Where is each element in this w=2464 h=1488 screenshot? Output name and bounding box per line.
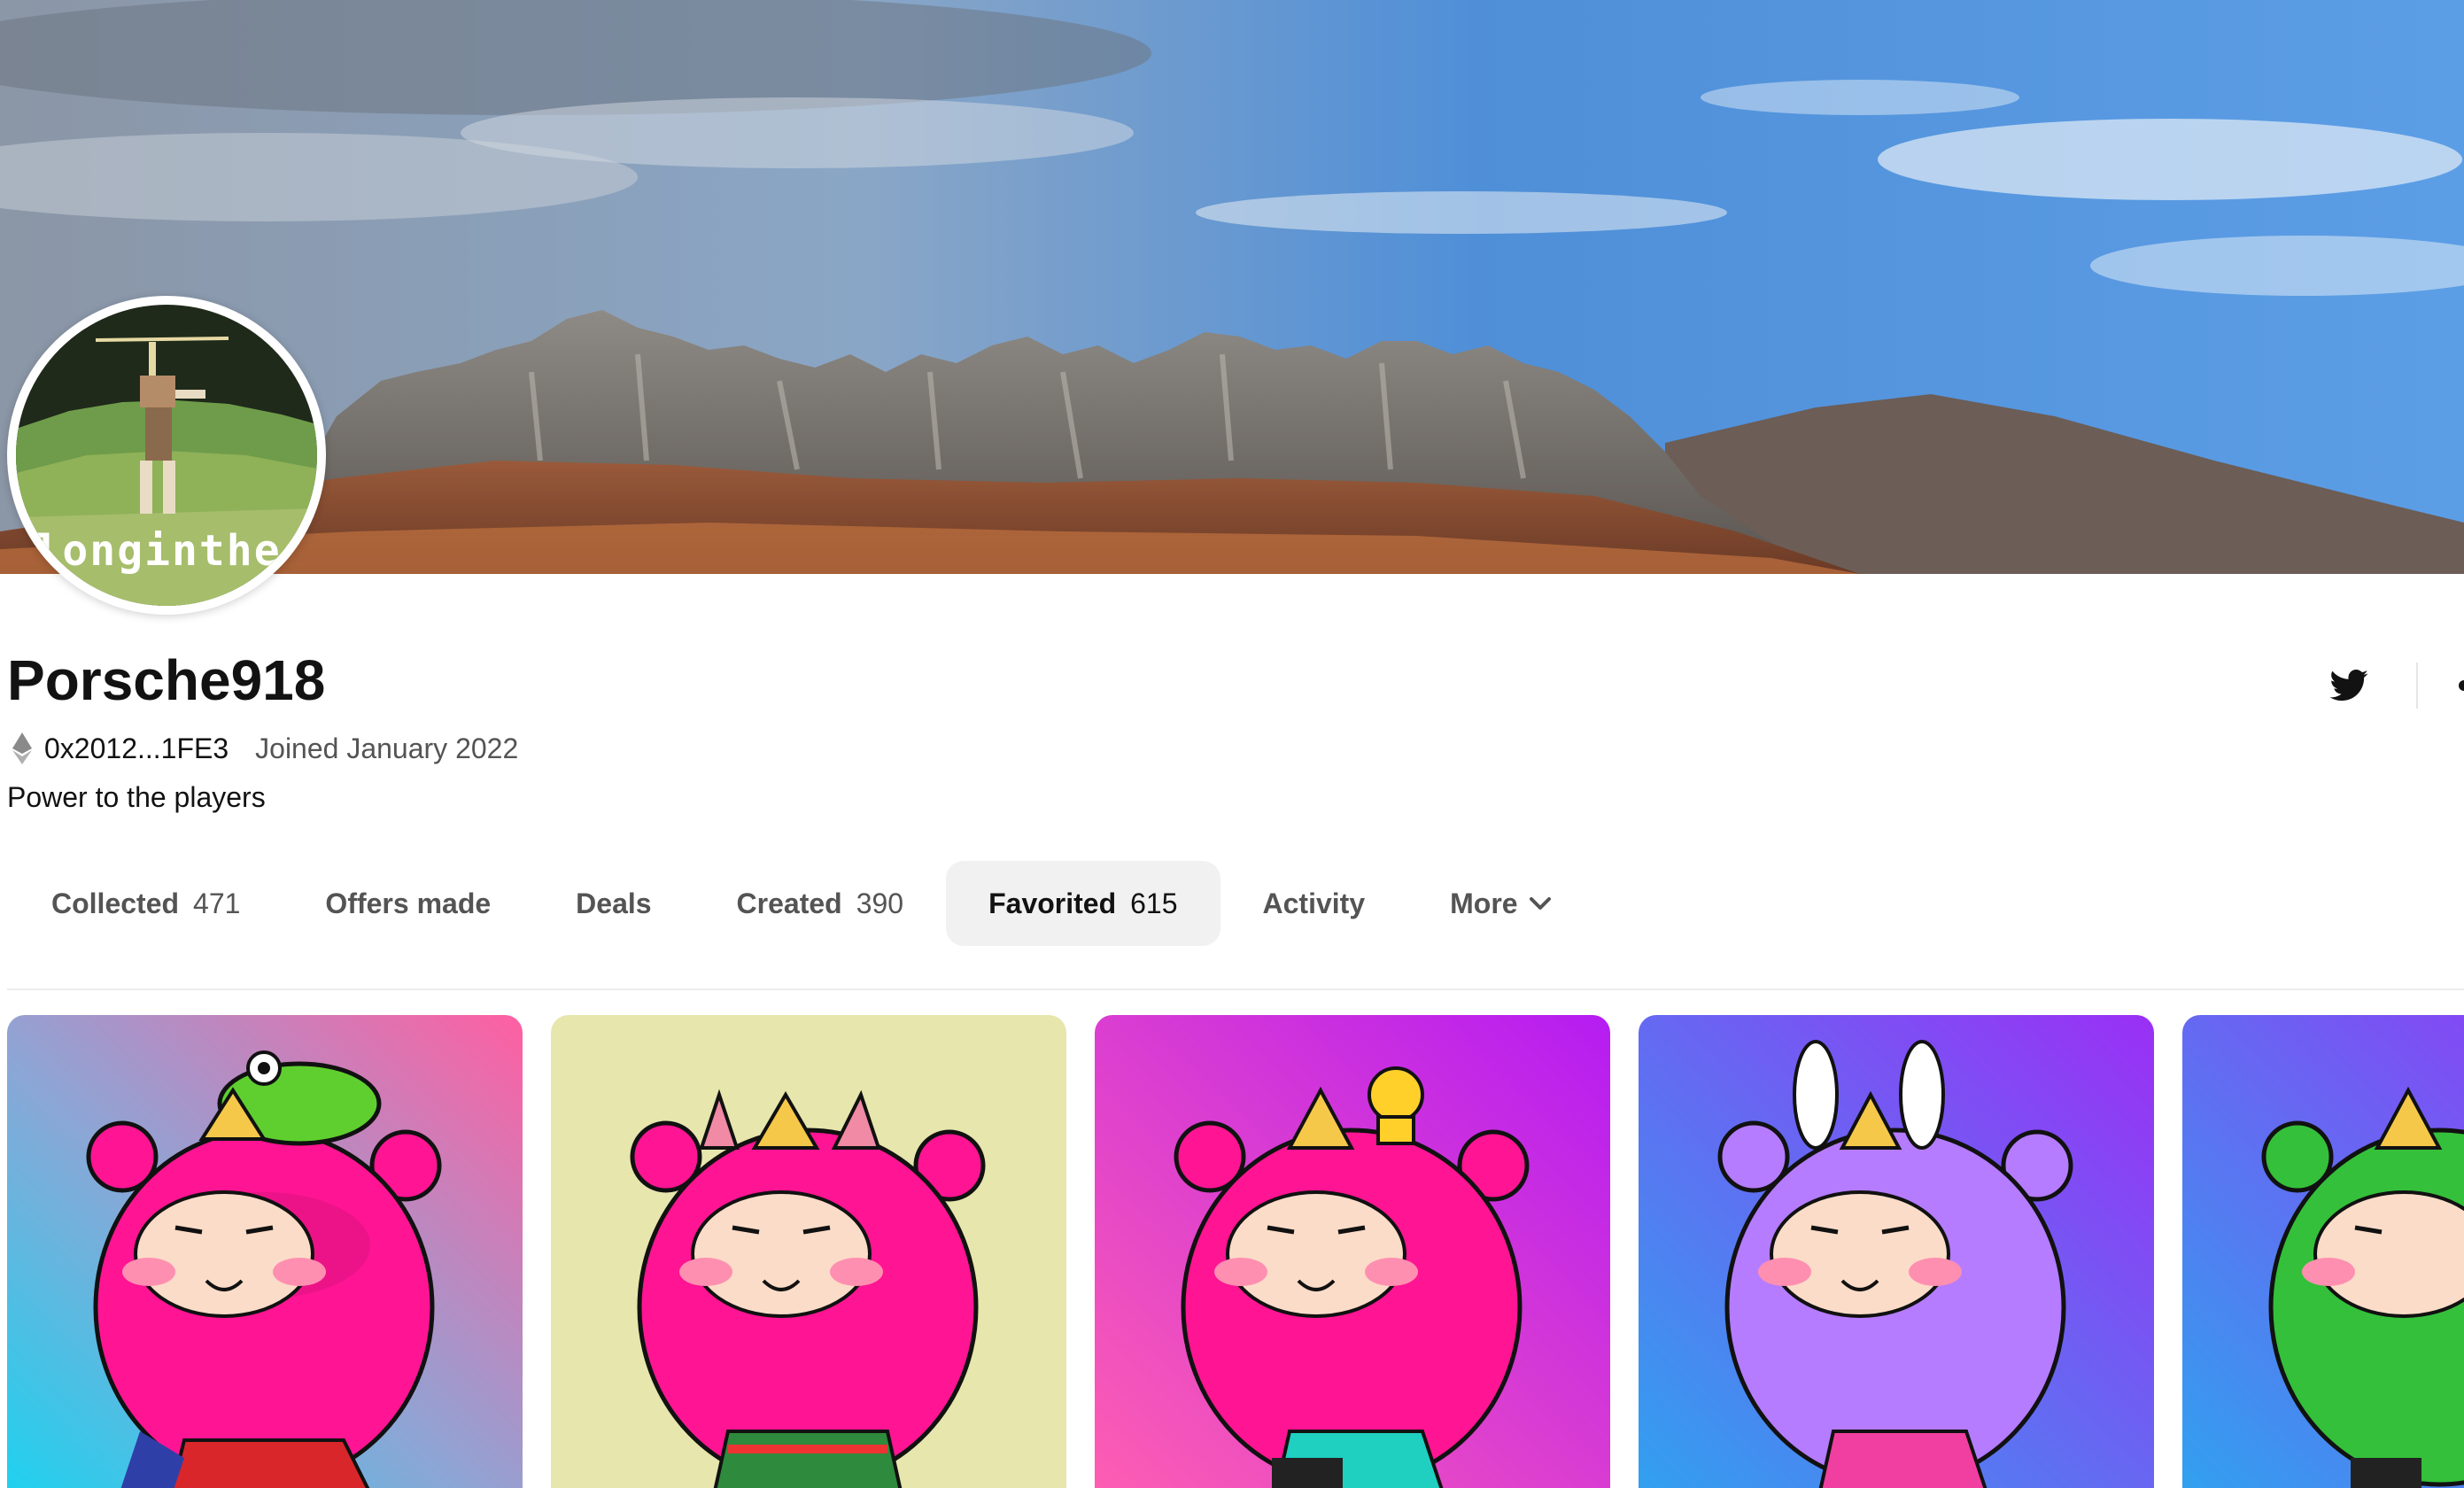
nft-image bbox=[1095, 1015, 1610, 1488]
tab-label: Offers made bbox=[325, 887, 492, 919]
nft-card[interactable] bbox=[1095, 1015, 1610, 1488]
profile-banner bbox=[0, 0, 2464, 574]
joined-date: Joined January 2022 bbox=[255, 732, 519, 764]
tab-label: Collected bbox=[51, 887, 180, 919]
social-links bbox=[2329, 663, 2464, 709]
nft-card[interactable] bbox=[1639, 1015, 2154, 1488]
nft-image bbox=[1639, 1015, 2154, 1488]
tabs-divider bbox=[7, 988, 2464, 990]
tab-offers-made[interactable]: Offers made bbox=[283, 861, 533, 946]
tab-favorited[interactable]: Favorited 615 bbox=[946, 861, 1220, 946]
tab-label: More bbox=[1450, 887, 1518, 919]
tab-count: 390 bbox=[856, 887, 904, 919]
profile-meta: 0x2012...1FE3 Joined January 2022 bbox=[12, 726, 518, 771]
profile-avatar[interactable]: longinthec bbox=[7, 296, 326, 615]
tab-activity[interactable]: Activity bbox=[1220, 861, 1408, 946]
tab-more[interactable]: More bbox=[1407, 861, 1593, 946]
tab-deals[interactable]: Deals bbox=[533, 861, 693, 946]
tab-collected[interactable]: Collected 471 bbox=[9, 861, 283, 946]
tab-label: Favorited bbox=[988, 887, 1117, 919]
avatar-text: longinthec bbox=[35, 526, 309, 576]
ellipsis-icon[interactable] bbox=[2457, 670, 2464, 701]
nft-card[interactable] bbox=[7, 1015, 523, 1488]
tab-created[interactable]: Created 390 bbox=[694, 861, 947, 946]
nft-card[interactable] bbox=[551, 1015, 1066, 1488]
profile-bio: Power to the players bbox=[7, 781, 266, 813]
nft-image bbox=[2182, 1015, 2464, 1488]
chevron-down-icon bbox=[1529, 897, 1551, 910]
tab-count: 615 bbox=[1130, 887, 1178, 919]
ethereum-icon bbox=[12, 732, 32, 764]
tab-label: Created bbox=[736, 887, 842, 919]
social-divider bbox=[2416, 663, 2418, 709]
tab-label: Deals bbox=[576, 887, 652, 919]
nft-grid bbox=[7, 1015, 2464, 1488]
nft-image bbox=[551, 1015, 1066, 1488]
tab-count: 471 bbox=[193, 887, 241, 919]
twitter-icon[interactable] bbox=[2329, 670, 2368, 701]
profile-tabs: Collected 471 Offers made Deals Created … bbox=[9, 861, 1594, 946]
page-title: Porsche918 bbox=[7, 648, 326, 712]
wallet-address[interactable]: 0x2012...1FE3 bbox=[44, 732, 229, 765]
tab-label: Activity bbox=[1262, 887, 1366, 919]
nft-card[interactable] bbox=[2182, 1015, 2464, 1488]
nft-image bbox=[7, 1015, 523, 1488]
